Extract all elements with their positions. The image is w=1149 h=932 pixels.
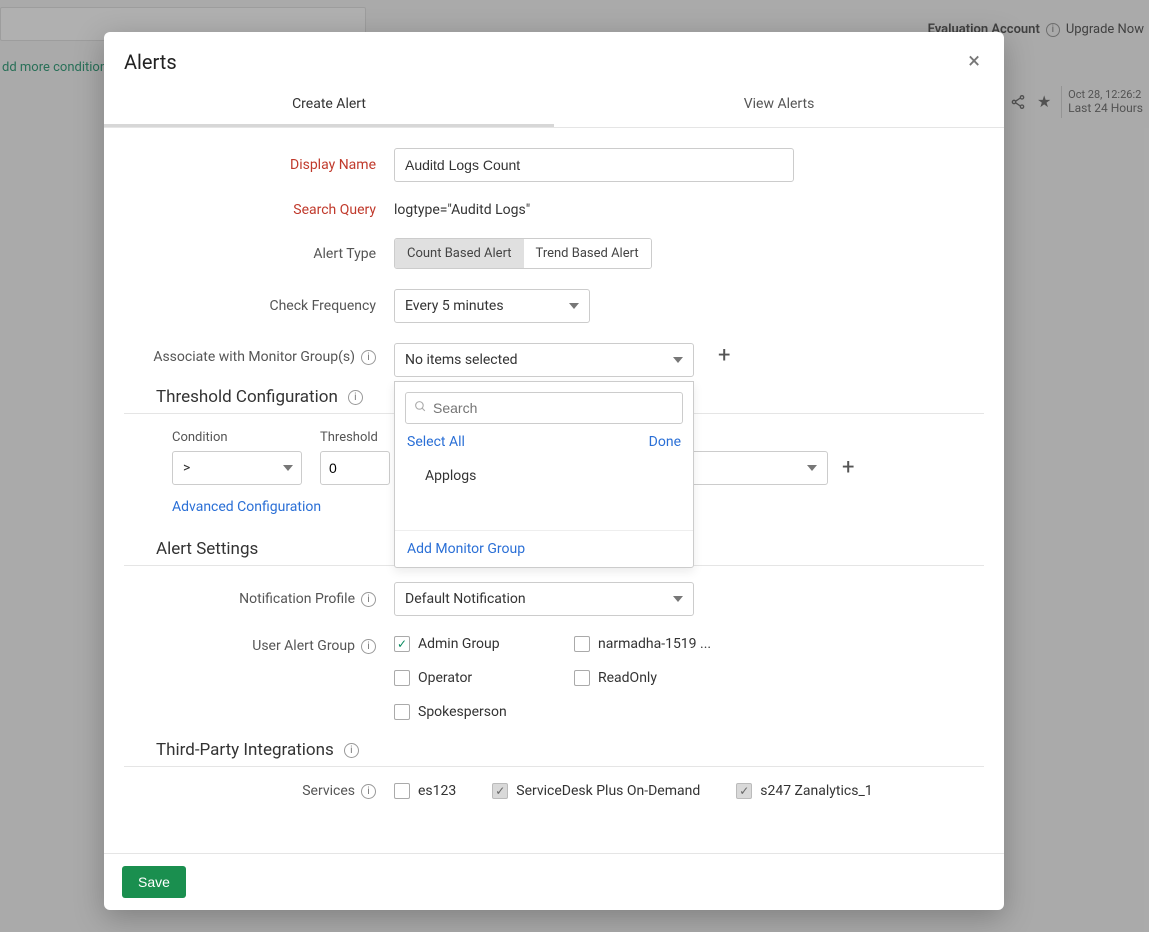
- modal-title: Alerts: [124, 50, 177, 74]
- divider: [124, 766, 984, 767]
- info-icon[interactable]: i: [361, 592, 376, 607]
- modal-tabs: Create Alert View Alerts: [104, 86, 1004, 128]
- user-group-label: narmadha-1519 ...: [598, 636, 711, 652]
- search-query-value: logtype="Auditd Logs": [394, 202, 530, 218]
- monitor-group-selected: No items selected: [405, 352, 518, 368]
- service-servicedesk[interactable]: ServiceDesk Plus On-Demand: [492, 783, 700, 799]
- chevron-down-icon: [673, 596, 683, 602]
- info-icon[interactable]: i: [348, 390, 363, 405]
- checkbox[interactable]: [394, 783, 410, 799]
- service-label: s247 Zanalytics_1: [760, 783, 872, 799]
- checkbox[interactable]: [394, 636, 410, 652]
- service-es123[interactable]: es123: [394, 783, 456, 799]
- checkbox[interactable]: [574, 636, 590, 652]
- user-group-admin[interactable]: Admin Group: [394, 636, 534, 652]
- label-associate-text: Associate with Monitor Group(s): [153, 349, 355, 365]
- check-frequency-value: Every 5 minutes: [405, 298, 504, 314]
- modal-body: Display Name Search Query logtype="Audit…: [104, 128, 1004, 853]
- third-party-header: Third-Party Integrations i: [156, 740, 984, 760]
- label-check-frequency: Check Frequency: [124, 298, 394, 314]
- checkbox[interactable]: [394, 670, 410, 686]
- user-alert-group-grid: Admin Group narmadha-1519 ... Operator R…: [394, 636, 874, 720]
- select-all-link[interactable]: Select All: [407, 434, 465, 450]
- add-monitor-group-button[interactable]: +: [718, 345, 730, 367]
- modal-footer: Save: [104, 853, 1004, 910]
- count-based-alert-button[interactable]: Count Based Alert: [395, 239, 524, 268]
- monitor-group-select[interactable]: No items selected: [394, 343, 694, 377]
- alert-type-toggle: Count Based Alert Trend Based Alert: [394, 238, 652, 269]
- check-frequency-select[interactable]: Every 5 minutes: [394, 289, 590, 323]
- monitor-group-dropdown: Select All Done Applogs Add Monitor Grou…: [394, 381, 694, 568]
- monitor-group-search-input[interactable]: [433, 400, 674, 416]
- monitor-group-item[interactable]: Applogs: [395, 458, 693, 494]
- user-group-label: ReadOnly: [598, 670, 657, 686]
- chevron-down-icon: [569, 303, 579, 309]
- user-group-label: Operator: [418, 670, 472, 686]
- label-notification-profile: Notification Profile i: [124, 591, 394, 607]
- label-threshold: Threshold: [320, 430, 390, 445]
- checkbox[interactable]: [574, 670, 590, 686]
- user-group-spokesperson[interactable]: Spokesperson: [394, 704, 534, 720]
- advanced-config-link[interactable]: Advanced Configuration: [172, 499, 321, 515]
- alerts-modal: Alerts × Create Alert View Alerts Displa…: [104, 32, 1004, 910]
- threshold-input[interactable]: [320, 451, 390, 485]
- display-name-input[interactable]: [394, 148, 794, 182]
- checkbox[interactable]: [492, 783, 508, 799]
- threshold-config-title: Threshold Configuration: [156, 387, 338, 407]
- label-user-alert-group-text: User Alert Group: [252, 638, 355, 654]
- close-icon[interactable]: ×: [964, 51, 984, 73]
- service-label: es123: [418, 783, 456, 799]
- monitor-group-search[interactable]: [405, 392, 683, 424]
- notification-profile-select[interactable]: Default Notification: [394, 582, 694, 616]
- condition-select[interactable]: >: [172, 451, 302, 485]
- info-icon[interactable]: i: [361, 350, 376, 365]
- user-group-label: Spokesperson: [418, 704, 507, 720]
- label-services-text: Services: [302, 783, 355, 799]
- label-notification-profile-text: Notification Profile: [239, 591, 355, 607]
- chevron-down-icon: [673, 357, 683, 363]
- label-associate: Associate with Monitor Group(s) i: [124, 343, 394, 365]
- save-button[interactable]: Save: [122, 866, 186, 898]
- user-group-readonly[interactable]: ReadOnly: [574, 670, 714, 686]
- user-group-narmadha[interactable]: narmadha-1519 ...: [574, 636, 714, 652]
- checkbox[interactable]: [736, 783, 752, 799]
- chevron-down-icon: [807, 465, 817, 471]
- label-alert-type: Alert Type: [124, 246, 394, 262]
- service-label: ServiceDesk Plus On-Demand: [516, 783, 700, 799]
- user-group-label: Admin Group: [418, 636, 500, 652]
- label-user-alert-group: User Alert Group i: [124, 636, 394, 654]
- modal-header: Alerts ×: [104, 32, 1004, 86]
- add-monitor-group-link[interactable]: Add Monitor Group: [407, 541, 525, 557]
- trend-based-alert-button[interactable]: Trend Based Alert: [524, 239, 651, 268]
- condition-value: >: [183, 460, 190, 476]
- info-icon[interactable]: i: [344, 743, 359, 758]
- notification-profile-value: Default Notification: [405, 591, 526, 607]
- search-icon: [414, 400, 427, 417]
- info-icon[interactable]: i: [361, 639, 376, 654]
- chevron-down-icon: [283, 465, 293, 471]
- label-display-name: Display Name: [124, 157, 394, 173]
- monitor-group-list: Applogs: [395, 458, 693, 530]
- done-link[interactable]: Done: [649, 434, 681, 450]
- service-s247[interactable]: s247 Zanalytics_1: [736, 783, 872, 799]
- label-condition: Condition: [172, 430, 302, 445]
- third-party-title: Third-Party Integrations: [156, 740, 334, 760]
- info-icon[interactable]: i: [361, 784, 376, 799]
- tab-create-alert[interactable]: Create Alert: [104, 86, 554, 127]
- label-services: Services i: [124, 783, 394, 799]
- add-threshold-button[interactable]: +: [842, 457, 854, 479]
- tab-view-alerts[interactable]: View Alerts: [554, 86, 1004, 127]
- user-group-operator[interactable]: Operator: [394, 670, 534, 686]
- label-search-query: Search Query: [124, 202, 394, 218]
- checkbox[interactable]: [394, 704, 410, 720]
